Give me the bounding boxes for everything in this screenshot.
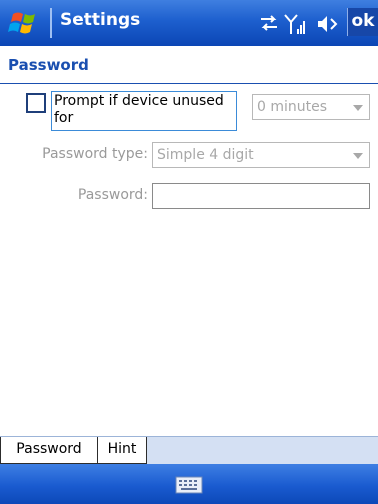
tab-password[interactable]: Password <box>0 437 98 464</box>
chevron-down-icon <box>353 105 363 111</box>
windows-start-icon[interactable] <box>4 6 44 40</box>
keyboard-icon[interactable] <box>175 476 203 498</box>
minutes-dropdown[interactable]: 0 minutes <box>252 94 370 120</box>
password-type-value: Simple 4 digit <box>157 147 254 163</box>
tab-strip: Password Hint <box>0 436 378 465</box>
page-header: Password <box>0 51 378 83</box>
password-type-label: Password type: <box>42 146 148 162</box>
bottom-menu-bar <box>0 464 378 504</box>
prompt-checkbox-label[interactable]: Prompt if device unused for <box>51 91 237 131</box>
title-bar: Settings ok <box>0 0 378 46</box>
minutes-dropdown-value: 0 minutes <box>257 99 328 115</box>
header-divider <box>0 83 378 84</box>
password-label: Password: <box>77 187 148 203</box>
connectivity-icon[interactable] <box>258 13 280 35</box>
tab-hint[interactable]: Hint <box>97 437 147 464</box>
ok-button[interactable]: ok <box>347 8 378 36</box>
window-title: Settings <box>60 10 141 30</box>
chevron-down-icon <box>353 153 363 159</box>
signal-strength-icon[interactable] <box>284 13 308 35</box>
prompt-checkbox[interactable] <box>26 93 46 113</box>
volume-icon[interactable] <box>316 13 340 35</box>
page-title: Password <box>8 56 89 74</box>
password-input[interactable] <box>152 183 370 209</box>
password-type-dropdown[interactable]: Simple 4 digit <box>152 142 370 168</box>
title-separator <box>50 8 52 38</box>
